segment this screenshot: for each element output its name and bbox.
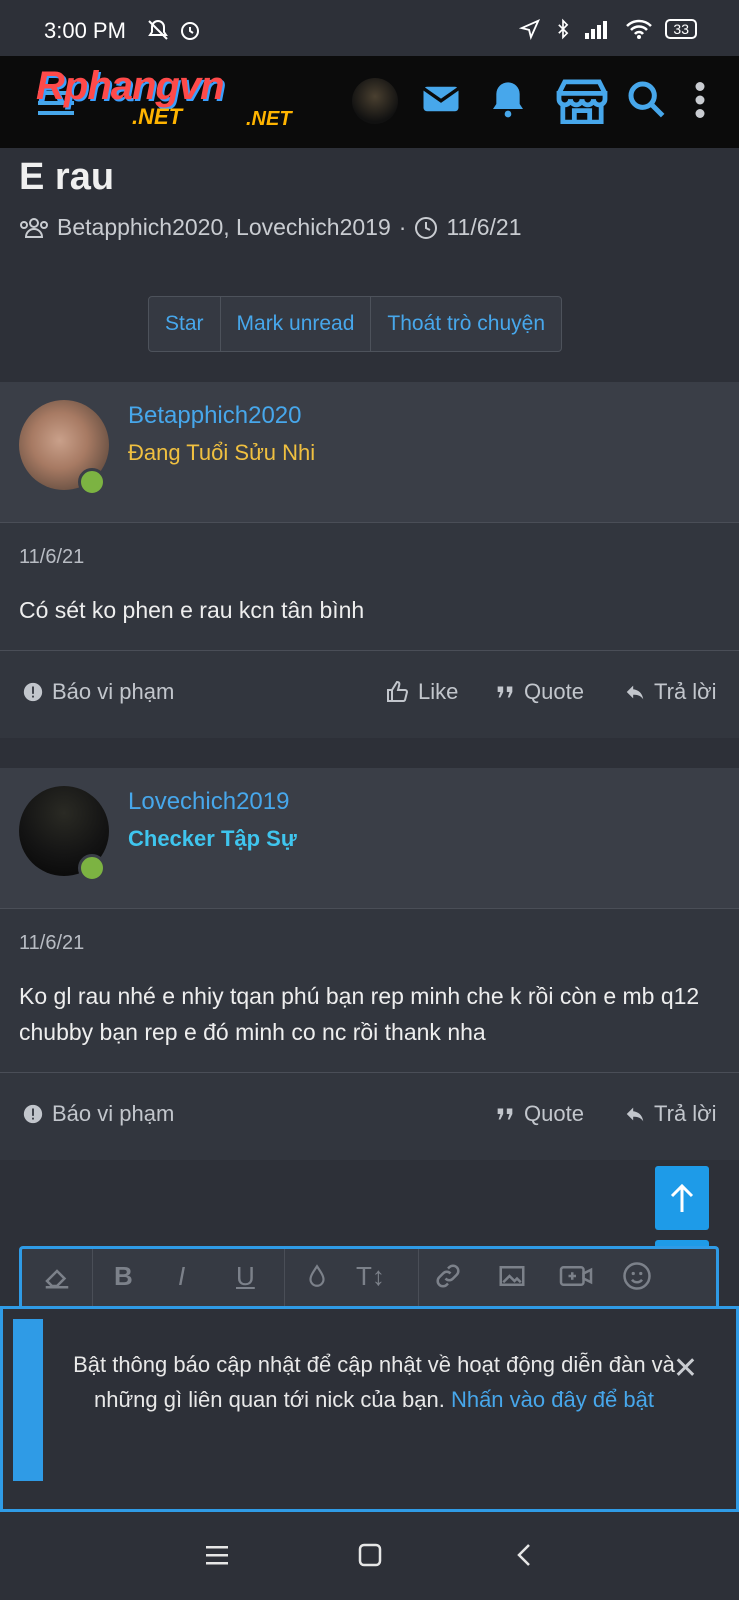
reply-button[interactable]: Trả lời bbox=[624, 1101, 717, 1127]
text-size-icon[interactable]: T↕ bbox=[356, 1261, 385, 1292]
avatar[interactable] bbox=[352, 78, 398, 124]
scroll-top-button[interactable] bbox=[655, 1166, 709, 1230]
search-icon[interactable] bbox=[626, 78, 666, 120]
post-footer: Báo vi phạm Like Quote Trả lời bbox=[0, 650, 739, 738]
report-label: Báo vi phạm bbox=[52, 1101, 175, 1126]
alert-icon bbox=[23, 1104, 43, 1124]
arrow-up-icon bbox=[670, 1183, 694, 1212]
toolbar-divider bbox=[92, 1249, 93, 1309]
logo-text: Rphangvn bbox=[36, 64, 225, 108]
post-date: 11/6/21 bbox=[19, 932, 85, 954]
logo-net: .NET bbox=[132, 104, 183, 129]
italic-icon[interactable]: I bbox=[178, 1261, 185, 1292]
store-icon[interactable] bbox=[554, 78, 610, 124]
reply-label: Trả lời bbox=[654, 679, 717, 704]
reply-label: Trả lời bbox=[654, 1101, 717, 1126]
page-title: E rau bbox=[19, 156, 115, 198]
toolbar-divider bbox=[418, 1249, 419, 1309]
quote-button[interactable]: Quote bbox=[494, 679, 584, 705]
quote-icon bbox=[497, 686, 513, 698]
user-rank: Đang Tuổi Sửu Nhi bbox=[128, 440, 316, 465]
participants[interactable]: Betapphich2020, Lovechich2019 bbox=[57, 214, 391, 241]
quote-label: Quote bbox=[524, 1101, 584, 1126]
toolbar-divider bbox=[284, 1249, 285, 1309]
app-header: Rphangvn .NET .NET bbox=[0, 56, 739, 148]
eraser-icon[interactable] bbox=[40, 1261, 74, 1291]
thread-actions: Star Mark unread Thoát trò chuyện bbox=[148, 296, 562, 352]
alert-icon bbox=[23, 682, 43, 702]
report-button[interactable]: Báo vi phạm bbox=[22, 679, 174, 705]
video-icon[interactable] bbox=[558, 1261, 594, 1291]
clock-icon bbox=[415, 216, 438, 239]
back-icon[interactable] bbox=[514, 1542, 534, 1568]
battery-indicator: 33 bbox=[665, 19, 697, 39]
post-date: 11/6/21 bbox=[19, 546, 85, 568]
site-logo[interactable]: Rphangvn .NET .NET bbox=[36, 64, 326, 136]
notice-accent-bar bbox=[13, 1319, 43, 1481]
more-vertical-icon[interactable] bbox=[690, 82, 710, 118]
quote-label: Quote bbox=[524, 679, 584, 704]
location-icon bbox=[519, 18, 541, 40]
post-footer: Báo vi phạm Quote Trả lời bbox=[0, 1072, 739, 1160]
envelope-icon[interactable] bbox=[420, 78, 462, 120]
reply-editor-toolbar: B I U T↕ bbox=[19, 1246, 719, 1309]
post-header: Betapphich2020 Đang Tuổi Sửu Nhi bbox=[0, 382, 739, 523]
username[interactable]: Betapphich2020 bbox=[128, 402, 301, 430]
enable-notifications-link[interactable]: Nhấn vào đây để bật bbox=[451, 1387, 654, 1412]
post-header: Lovechich2019 Checker Tập Sự bbox=[0, 768, 739, 909]
users-icon bbox=[20, 217, 48, 238]
reply-icon bbox=[626, 1107, 644, 1122]
quote-icon bbox=[497, 1108, 513, 1120]
meta-separator: · bbox=[398, 214, 407, 240]
bold-icon[interactable]: B bbox=[114, 1261, 133, 1292]
home-icon[interactable] bbox=[357, 1542, 383, 1568]
leave-conversation-button[interactable]: Thoát trò chuyện bbox=[371, 297, 561, 351]
user-rank: Checker Tập Sự bbox=[128, 826, 297, 851]
link-icon[interactable] bbox=[432, 1261, 464, 1291]
message-post: Lovechich2019 Checker Tập Sự 11/6/21 Ko … bbox=[0, 768, 739, 1160]
post-body: Có sét ko phen e rau kcn tân bình bbox=[19, 597, 365, 623]
like-label: Like bbox=[418, 679, 459, 704]
report-label: Báo vi phạm bbox=[52, 679, 175, 704]
mark-unread-button[interactable]: Mark unread bbox=[221, 297, 372, 351]
notice-text: Bật thông báo cập nhật để cập nhật về ho… bbox=[69, 1347, 679, 1417]
system-nav-bar bbox=[0, 1512, 739, 1600]
close-icon[interactable]: ✕ bbox=[673, 1351, 698, 1386]
like-button[interactable]: Like bbox=[386, 679, 458, 705]
signal-icon bbox=[585, 21, 608, 39]
alarm-icon bbox=[181, 22, 199, 40]
reply-icon bbox=[626, 685, 644, 700]
logo-net-secondary: .NET bbox=[246, 108, 292, 130]
mute-icon bbox=[148, 19, 168, 40]
thumbs-up-icon bbox=[387, 680, 409, 703]
underline-icon[interactable]: U bbox=[236, 1261, 255, 1292]
emoji-icon[interactable] bbox=[622, 1261, 652, 1291]
recent-apps-icon[interactable] bbox=[204, 1544, 230, 1566]
wifi-icon bbox=[626, 19, 653, 39]
status-bar: 3:00 PM 33 bbox=[0, 0, 739, 56]
quote-button[interactable]: Quote bbox=[494, 1101, 584, 1127]
bell-icon[interactable] bbox=[488, 78, 528, 120]
report-button[interactable]: Báo vi phạm bbox=[22, 1101, 174, 1127]
username[interactable]: Lovechich2019 bbox=[128, 788, 289, 816]
bluetooth-icon bbox=[558, 18, 569, 40]
color-drop-icon[interactable] bbox=[304, 1261, 330, 1291]
image-icon[interactable] bbox=[496, 1261, 528, 1291]
clock: 3:00 PM bbox=[44, 18, 126, 43]
post-body: Ko gl rau nhé e nhiy tqan phú bạn rep mi… bbox=[19, 983, 700, 1045]
online-status-icon bbox=[78, 468, 106, 496]
online-status-icon bbox=[78, 854, 106, 882]
thread-date: 11/6/21 bbox=[446, 214, 522, 240]
reply-button[interactable]: Trả lời bbox=[624, 679, 717, 705]
star-button[interactable]: Star bbox=[149, 297, 221, 351]
thread-meta: Betapphich2020, Lovechich2019 · 11/6/21 bbox=[19, 214, 521, 241]
push-notification-banner: Bật thông báo cập nhật để cập nhật về ho… bbox=[0, 1306, 739, 1512]
message-post: Betapphich2020 Đang Tuổi Sửu Nhi 11/6/21… bbox=[0, 382, 739, 738]
